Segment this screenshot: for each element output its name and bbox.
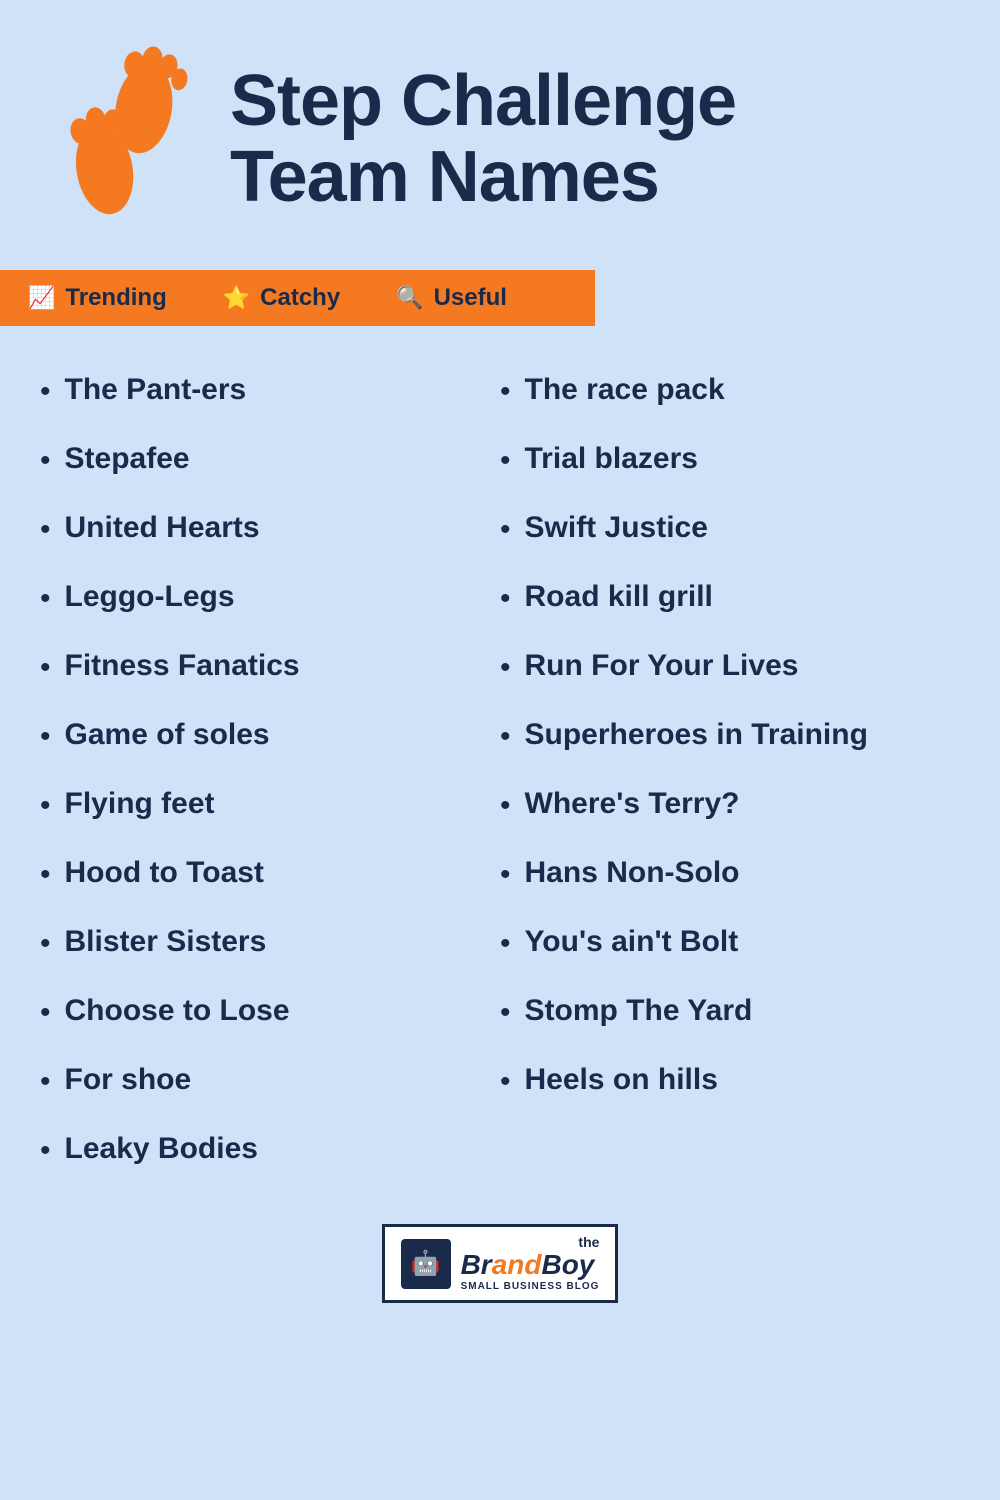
list-item: • Leaky Bodies (40, 1115, 500, 1184)
bullet-icon: • (40, 441, 51, 480)
item-text: Leaky Bodies (65, 1129, 258, 1168)
page-wrapper: Step Challenge Team Names 📈 Trending ⭐ C… (0, 0, 1000, 1500)
bullet-icon: • (40, 1131, 51, 1170)
useful-icon: 🔍 (396, 285, 423, 311)
item-text: Hans Non-Solo (525, 853, 740, 892)
bullet-icon: • (40, 924, 51, 963)
header: Step Challenge Team Names (0, 0, 1000, 260)
header-text: Step Challenge Team Names (230, 64, 960, 215)
logo-brandboy: BrandBoy (461, 1250, 600, 1281)
list-item: • Where's Terry? (500, 770, 960, 839)
footer: 🤖 the BrandBoy SMALL BUSINESS BLOG (0, 1204, 1000, 1333)
list-item: • Blister Sisters (40, 908, 500, 977)
trending-icon: 📈 (28, 285, 55, 311)
item-text: Choose to Lose (65, 991, 290, 1030)
bullet-icon: • (40, 786, 51, 825)
tabs-bar: 📈 Trending ⭐ Catchy 🔍 Useful (0, 270, 1000, 326)
item-text: Fitness Fanatics (65, 646, 300, 685)
tab-extra (535, 270, 595, 326)
bullet-icon: • (500, 579, 511, 618)
list-item: • Stomp The Yard (500, 977, 960, 1046)
bullet-icon: • (500, 717, 511, 756)
item-text: Road kill grill (525, 577, 713, 616)
item-text: Leggo-Legs (65, 577, 235, 616)
list-item: • For shoe (40, 1046, 500, 1115)
bullet-icon: • (40, 717, 51, 756)
logo-text: the BrandBoy SMALL BUSINESS BLOG (461, 1235, 600, 1292)
item-text: Where's Terry? (525, 784, 740, 823)
bullet-icon: • (500, 510, 511, 549)
tab-useful-label: Useful (434, 284, 507, 312)
list-item: • Swift Justice (500, 494, 960, 563)
content-area: • The Pant-ers • Stepafee • United Heart… (0, 326, 1000, 1204)
list-item: • Run For Your Lives (500, 632, 960, 701)
bullet-icon: • (40, 648, 51, 687)
logo-the: the (461, 1235, 600, 1250)
bullet-icon: • (500, 924, 511, 963)
bullet-icon: • (40, 579, 51, 618)
tab-catchy-label: Catchy (260, 284, 340, 312)
bullet-icon: • (40, 993, 51, 1032)
tab-trending[interactable]: 📈 Trending (0, 270, 195, 326)
item-text: Swift Justice (525, 508, 708, 547)
bullet-icon: • (500, 855, 511, 894)
item-text: Stepafee (65, 439, 190, 478)
item-text: The race pack (525, 370, 725, 409)
catchy-icon: ⭐ (223, 285, 250, 311)
brandboy-logo: 🤖 the BrandBoy SMALL BUSINESS BLOG (382, 1224, 619, 1303)
bullet-icon: • (40, 510, 51, 549)
list-item: • The race pack (500, 356, 960, 425)
left-column: • The Pant-ers • Stepafee • United Heart… (40, 356, 500, 1184)
right-column: • The race pack • Trial blazers • Swift … (500, 356, 960, 1184)
page-title: Step Challenge Team Names (230, 64, 960, 215)
list-item: • Hood to Toast (40, 839, 500, 908)
list-item: • Trial blazers (500, 425, 960, 494)
item-text: Superheroes in Training (525, 715, 868, 754)
item-text: You's ain't Bolt (525, 922, 739, 961)
tab-trending-label: Trending (65, 284, 166, 312)
item-text: Hood to Toast (65, 853, 264, 892)
list-item: • Choose to Lose (40, 977, 500, 1046)
item-text: United Hearts (65, 508, 260, 547)
item-text: For shoe (65, 1060, 192, 1099)
item-text: The Pant-ers (65, 370, 247, 409)
item-text: Run For Your Lives (525, 646, 799, 685)
item-text: Flying feet (65, 784, 215, 823)
bullet-icon: • (500, 372, 511, 411)
list-item: • Hans Non-Solo (500, 839, 960, 908)
list-item: • United Hearts (40, 494, 500, 563)
bullet-icon: • (40, 1062, 51, 1101)
logo-mascot-icon: 🤖 (401, 1239, 451, 1289)
bullet-icon: • (500, 648, 511, 687)
item-text: Trial blazers (525, 439, 698, 478)
list-item: • Superheroes in Training (500, 701, 960, 770)
bullet-icon: • (500, 441, 511, 480)
list-item: • The Pant-ers (40, 356, 500, 425)
tab-useful[interactable]: 🔍 Useful (368, 270, 535, 326)
tab-catchy[interactable]: ⭐ Catchy (195, 270, 368, 326)
list-item: • Leggo-Legs (40, 563, 500, 632)
item-text: Stomp The Yard (525, 991, 753, 1030)
bullet-icon: • (500, 993, 511, 1032)
list-item: • Road kill grill (500, 563, 960, 632)
footprint-icons (40, 40, 200, 240)
footprints-icon (40, 40, 200, 240)
logo-subtitle: SMALL BUSINESS BLOG (461, 1281, 600, 1292)
item-text: Heels on hills (525, 1060, 718, 1099)
item-text: Blister Sisters (65, 922, 267, 961)
bullet-icon: • (40, 855, 51, 894)
bullet-icon: • (500, 786, 511, 825)
item-text: Game of soles (65, 715, 270, 754)
list-item: • You's ain't Bolt (500, 908, 960, 977)
list-item: • Stepafee (40, 425, 500, 494)
bullet-icon: • (40, 372, 51, 411)
list-item: • Heels on hills (500, 1046, 960, 1115)
list-item: • Fitness Fanatics (40, 632, 500, 701)
list-item: • Game of soles (40, 701, 500, 770)
list-item: • Flying feet (40, 770, 500, 839)
bullet-icon: • (500, 1062, 511, 1101)
